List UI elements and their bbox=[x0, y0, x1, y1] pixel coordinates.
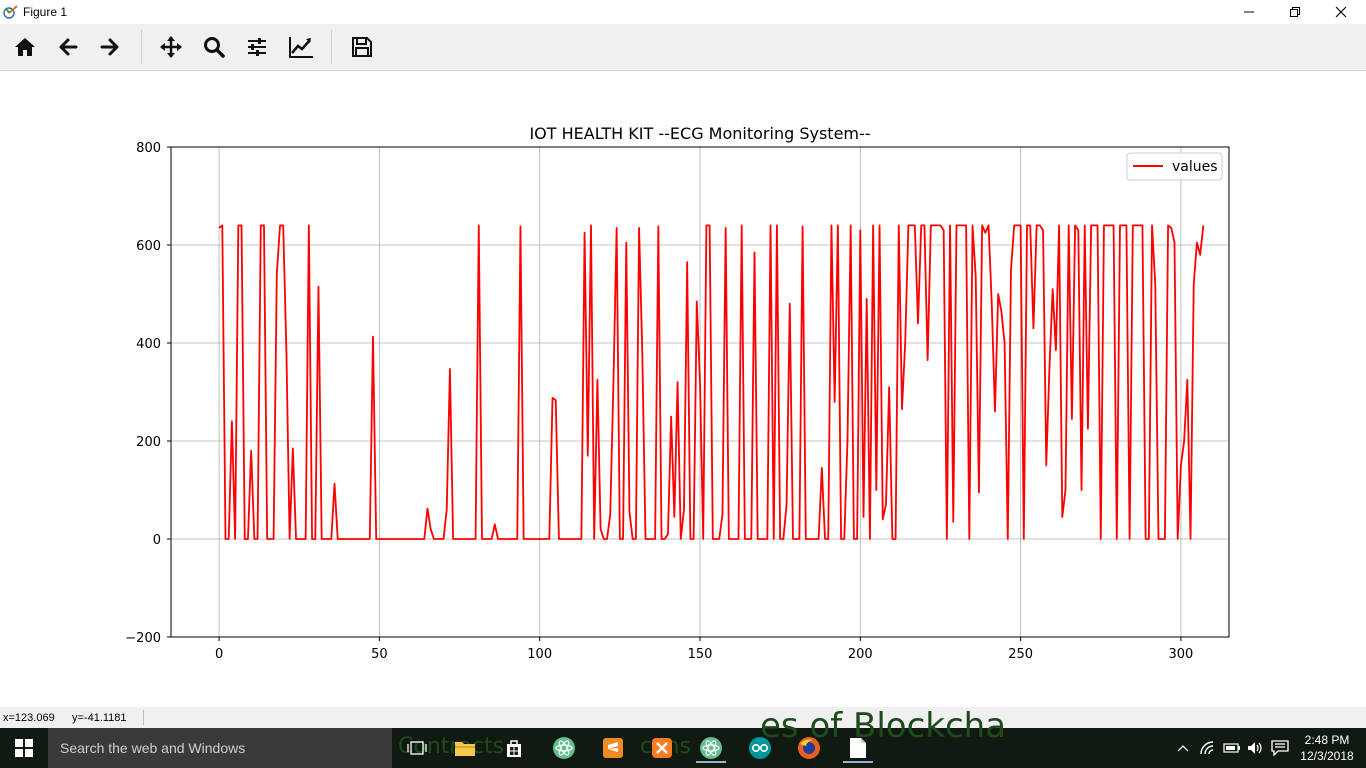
taskbar-clock[interactable]: 2:48 PM 12/3/2018 bbox=[1296, 732, 1358, 764]
show-hidden-icons-button[interactable] bbox=[1172, 728, 1194, 768]
x-tick-label: 50 bbox=[371, 647, 388, 662]
x-tick-label: 0 bbox=[215, 647, 223, 662]
taskbar-search-box[interactable]: Search the web and Windows bbox=[48, 728, 392, 768]
clock-time: 2:48 PM bbox=[1304, 733, 1350, 747]
taskbar-file-explorer[interactable] bbox=[450, 733, 480, 763]
restore-icon bbox=[1290, 7, 1300, 17]
y-tick-label: −200 bbox=[125, 631, 161, 646]
y-tick-label: 0 bbox=[153, 533, 161, 548]
ecg-line-chart[interactable]: 0 50 100 150 200 250 300 −200 0 200 400 600 800 IOT … bbox=[0, 71, 1366, 707]
x-tick-label: 300 bbox=[1168, 647, 1193, 662]
document-icon bbox=[850, 738, 866, 758]
running-indicator bbox=[843, 761, 873, 763]
chart-legend: values bbox=[1126, 152, 1223, 181]
window-title-bar: Figure 1 bbox=[0, 0, 1366, 24]
cursor-y-readout: y=-41.1181 bbox=[72, 712, 127, 724]
chevron-up-icon bbox=[1177, 745, 1189, 752]
x-tick-label: 150 bbox=[688, 647, 713, 662]
store-icon bbox=[507, 740, 521, 757]
clock-date: 12/3/2018 bbox=[1300, 749, 1354, 763]
minimize-button[interactable] bbox=[1226, 0, 1272, 24]
matplotlib-app-icon bbox=[3, 3, 20, 20]
windows-taskbar: es of Blockcha Contracts cons Search the… bbox=[0, 706, 1366, 768]
minimize-icon bbox=[1244, 11, 1254, 13]
arduino-icon bbox=[749, 737, 771, 759]
atom-icon bbox=[553, 737, 575, 759]
battery-button[interactable] bbox=[1220, 728, 1244, 768]
home-icon bbox=[15, 38, 35, 56]
taskbar-xampp[interactable] bbox=[647, 733, 677, 763]
close-icon bbox=[1335, 6, 1347, 18]
y-tick-label: 400 bbox=[136, 337, 161, 352]
xampp-icon bbox=[652, 738, 672, 758]
sublime-text-icon bbox=[603, 738, 623, 758]
wifi-icon bbox=[1200, 741, 1214, 755]
y-tick-label: 800 bbox=[136, 141, 161, 156]
taskbar-atom-editor-2[interactable] bbox=[696, 733, 726, 763]
configure-subplots-icon bbox=[248, 38, 266, 56]
network-button[interactable] bbox=[1196, 728, 1220, 768]
restore-button[interactable] bbox=[1272, 0, 1318, 24]
notifications-button[interactable] bbox=[1268, 728, 1292, 768]
taskbar-arduino[interactable] bbox=[745, 733, 775, 763]
speaker-icon bbox=[1248, 742, 1262, 754]
atom-icon bbox=[700, 737, 722, 759]
task-view-icon bbox=[407, 741, 427, 755]
back-arrow-icon bbox=[59, 38, 78, 56]
home-button[interactable] bbox=[10, 32, 40, 62]
task-view-button[interactable] bbox=[402, 733, 432, 763]
taskbar-document[interactable] bbox=[843, 733, 873, 763]
back-button[interactable] bbox=[53, 32, 83, 62]
navigation-toolbar bbox=[0, 24, 1366, 71]
search-placeholder: Search the web and Windows bbox=[60, 740, 246, 756]
window-title: Figure 1 bbox=[23, 5, 68, 19]
edit-axis-icon bbox=[289, 37, 313, 58]
running-indicator bbox=[696, 761, 726, 763]
zoom-icon bbox=[204, 37, 225, 58]
figure-canvas[interactable]: 0 50 100 150 200 250 300 −200 0 200 400 600 800 IOT … bbox=[0, 71, 1366, 707]
volume-button[interactable] bbox=[1244, 728, 1266, 768]
x-tick-label: 200 bbox=[848, 647, 873, 662]
zoom-button[interactable] bbox=[199, 32, 229, 62]
forward-button[interactable] bbox=[95, 32, 125, 62]
battery-icon bbox=[1223, 743, 1240, 753]
series-line-values bbox=[218, 224, 1205, 540]
close-button[interactable] bbox=[1318, 0, 1364, 24]
save-icon bbox=[352, 37, 372, 57]
taskbar-atom-editor[interactable] bbox=[549, 733, 579, 763]
configure-subplots-button[interactable] bbox=[242, 32, 272, 62]
status-separator bbox=[143, 710, 144, 725]
windows-logo-icon bbox=[15, 739, 33, 757]
x-tick-label: 250 bbox=[1008, 647, 1033, 662]
save-button[interactable] bbox=[347, 32, 377, 62]
chart-title: IOT HEALTH KIT --ECG Monitoring System-- bbox=[529, 124, 870, 143]
taskbar-store[interactable] bbox=[499, 733, 529, 763]
status-bar: x=123.069 y=-41.1181 bbox=[0, 707, 1366, 728]
legend-label: values bbox=[1172, 159, 1218, 175]
taskbar-firefox[interactable] bbox=[794, 733, 824, 763]
y-tick-label: 600 bbox=[136, 239, 161, 254]
taskbar-sublime-text[interactable] bbox=[598, 733, 628, 763]
start-button[interactable] bbox=[0, 728, 48, 768]
y-tick-label: 200 bbox=[136, 435, 161, 450]
firefox-icon bbox=[798, 737, 820, 759]
action-center-icon bbox=[1271, 740, 1289, 756]
toolbar-separator bbox=[141, 30, 142, 64]
edit-axis-button[interactable] bbox=[286, 32, 316, 62]
toolbar-separator bbox=[331, 30, 332, 64]
cursor-x-readout: x=123.069 bbox=[3, 712, 55, 724]
forward-arrow-icon bbox=[100, 38, 119, 56]
x-tick-label: 100 bbox=[527, 647, 552, 662]
pan-button[interactable] bbox=[156, 32, 186, 62]
folder-icon bbox=[455, 742, 475, 756]
pan-icon bbox=[160, 36, 182, 58]
